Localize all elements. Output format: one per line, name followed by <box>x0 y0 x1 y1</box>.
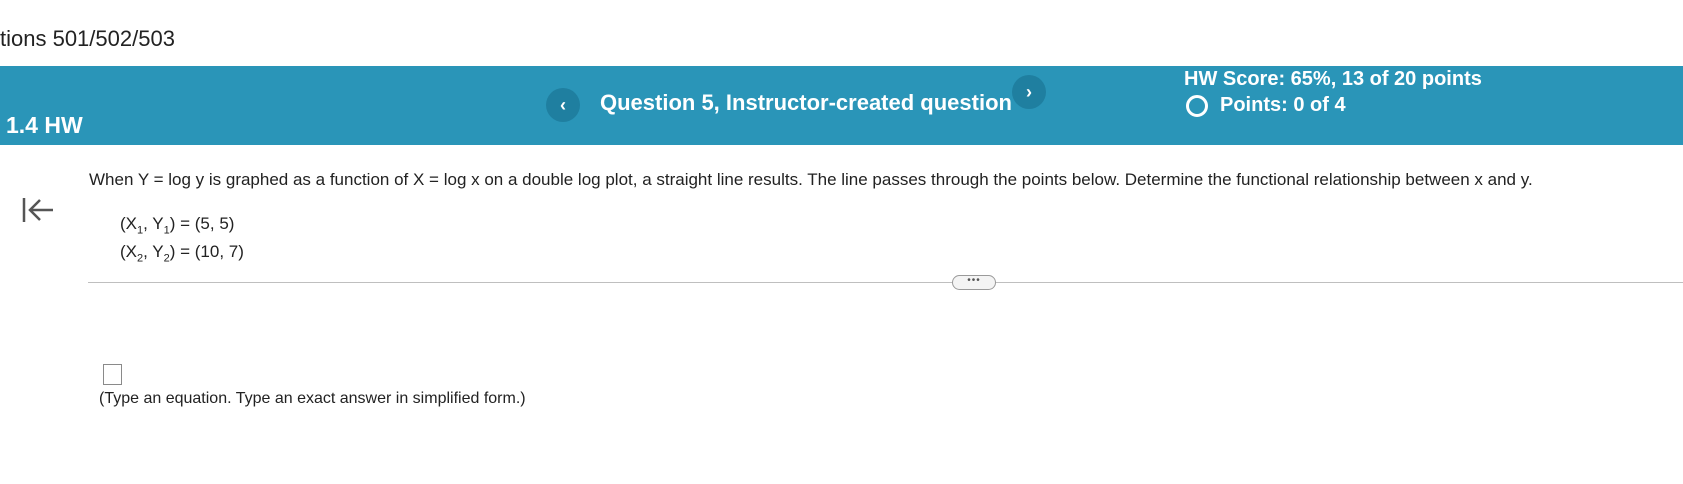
points-label: Points: 0 of 4 <box>1220 94 1346 116</box>
answer-hint: (Type an equation. Type an exact answer … <box>99 390 526 407</box>
hw-label: 1.4 HW <box>6 112 83 138</box>
given-point-1: (X1, Y1) = (5, 5) <box>120 214 235 237</box>
question-title: Question 5, Instructor-created question <box>600 90 1012 115</box>
question-points: Points: 0 of 4 <box>1186 94 1346 117</box>
answer-input[interactable] <box>103 364 122 385</box>
problem-statement: When Y = log y is graphed as a function … <box>89 170 1533 189</box>
hw-score: HW Score: 65%, 13 of 20 points <box>1184 68 1482 90</box>
given-point-2: (X2, Y2) = (10, 7) <box>120 242 244 265</box>
next-question-button[interactable]: › <box>1012 75 1046 109</box>
previous-question-button[interactable]: ‹ <box>546 88 580 122</box>
question-header-bar: 1.4 HW ‹ Question 5, Instructor-created … <box>0 66 1683 145</box>
section-divider <box>88 282 1683 283</box>
circle-icon <box>1186 94 1208 117</box>
expand-more-button[interactable]: ••• <box>952 275 996 290</box>
back-to-start-icon[interactable] <box>20 195 56 225</box>
course-title: tions 501/502/503 <box>0 26 175 51</box>
